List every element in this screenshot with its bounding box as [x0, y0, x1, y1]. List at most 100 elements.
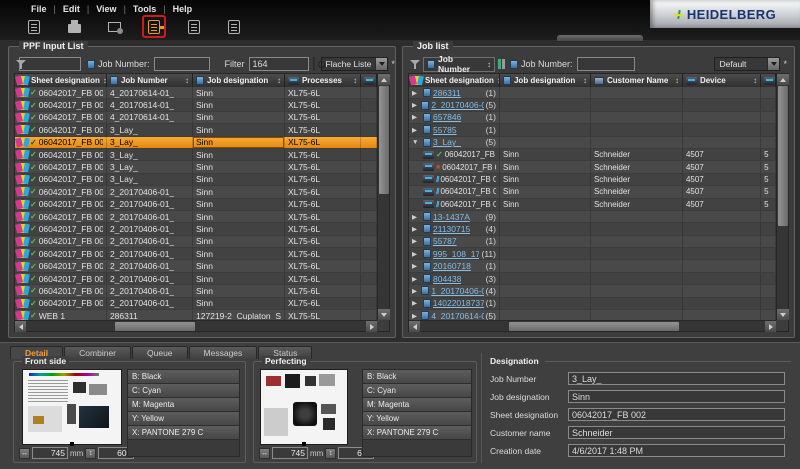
job-number-link[interactable]: 20160718: [433, 261, 471, 271]
ppf-vertical-scrollbar[interactable]: [377, 74, 389, 320]
job-sheet-row[interactable]: ✓06042017_FB 001SinnSchneider45075: [409, 149, 776, 161]
report-icon[interactable]: [182, 15, 206, 38]
expand-arrow-icon[interactable]: ▶: [412, 275, 421, 283]
sort-updown-icon[interactable]: ↕: [753, 76, 757, 85]
job-group-row[interactable]: ▶21130715(4): [409, 223, 776, 235]
job-group-row[interactable]: ▶1_20170406-01_(4): [409, 285, 776, 297]
job-number-link[interactable]: 2_20170406-01_: [431, 100, 483, 110]
color-item[interactable]: B: Black: [128, 370, 239, 384]
job-group-row[interactable]: ▶55785(1): [409, 124, 776, 136]
panel-splitter-handle[interactable]: [557, 35, 643, 41]
scroll-up-button[interactable]: [777, 74, 789, 85]
menu-file[interactable]: File: [24, 3, 54, 15]
scroll-thumb[interactable]: [379, 86, 389, 194]
job-group-row[interactable]: ▶657846(1): [409, 112, 776, 124]
ppf-column-header[interactable]: Processes↕: [285, 74, 361, 87]
expand-arrow-icon[interactable]: ▶: [412, 225, 421, 233]
color-item[interactable]: M: Magenta: [363, 398, 471, 412]
expand-arrow-icon[interactable]: ▶: [412, 312, 419, 320]
color-item[interactable]: C: Cyan: [128, 384, 239, 398]
tab-combiner[interactable]: Combiner: [64, 346, 131, 359]
job-number-input[interactable]: [577, 57, 635, 71]
expand-arrow-icon[interactable]: ▶: [412, 101, 419, 109]
ppf-row[interactable]: ✓06042017_FB 0053_Lay_SinnXL75-6L: [15, 174, 377, 186]
tab-queue[interactable]: Queue: [132, 346, 188, 359]
sort-updown-icon[interactable]: ↕: [277, 76, 281, 85]
scroll-thumb[interactable]: [778, 86, 788, 226]
ppf-column-header[interactable]: Sheet designation↕: [15, 74, 107, 87]
customer-name-field[interactable]: [568, 426, 785, 439]
color-item[interactable]: B: Black: [363, 370, 471, 384]
ppf-horizontal-scrollbar[interactable]: [15, 320, 377, 331]
expand-arrow-icon[interactable]: ▼: [412, 139, 421, 146]
ppf-row[interactable]: ✓06042017_FB 0044_20170614-01_SinnXL75-6…: [15, 99, 377, 111]
ppf-row[interactable]: ✓06042017_FB 0052_20170406-01_SinnXL75-6…: [15, 298, 377, 310]
job-group-row[interactable]: ▶4_20170614-01_(5): [409, 310, 776, 320]
job-number-link[interactable]: 21130715: [433, 224, 470, 234]
sort-updown-icon[interactable]: ↕: [583, 76, 587, 85]
menu-tools[interactable]: Tools: [126, 3, 163, 15]
list-mode-dropdown[interactable]: Flache Liste: [321, 57, 389, 71]
new-job-icon[interactable]: [22, 15, 46, 38]
job-group-row[interactable]: ▶804438(3): [409, 273, 776, 285]
height-stepper-button[interactable]: ↕: [325, 448, 336, 459]
print-icon[interactable]: [62, 15, 86, 38]
ppf-row[interactable]: ✓06042017_FB 0012_20170406-01_SinnXL75-6…: [15, 248, 377, 260]
job-sheet-row[interactable]: ■06042017_FB 002SinnSchneider45075: [409, 161, 776, 173]
job-number-link[interactable]: 3_Lay_: [433, 137, 461, 147]
scroll-right-button[interactable]: [765, 321, 776, 332]
sort-field-dropdown[interactable]: Job Number ↕: [423, 57, 495, 72]
width-stepper-button[interactable]: ↔: [19, 448, 30, 459]
job-column-header[interactable]: Device↕: [683, 74, 761, 87]
ppf-quick-filter-input[interactable]: [19, 57, 81, 71]
menu-help[interactable]: Help: [166, 3, 200, 15]
ppf-row[interactable]: ✓06042017_FB 0022_20170406-01_SinnXL75-6…: [15, 260, 377, 272]
color-item[interactable]: M: Magenta: [128, 398, 239, 412]
sheet-designation-field[interactable]: [568, 408, 785, 421]
job-vertical-scrollbar[interactable]: [776, 74, 788, 320]
ppf-job-number-input[interactable]: [154, 57, 210, 71]
color-item[interactable]: Y: Yellow: [363, 412, 471, 426]
ppf-row[interactable]: ✓06042017_FB 0033_Lay_SinnXL75-6L: [15, 149, 377, 161]
tab-messages[interactable]: Messages: [189, 346, 258, 359]
sheet-width-input[interactable]: [272, 447, 308, 459]
dropdown-arrow-button[interactable]: [767, 58, 779, 70]
job-number-link[interactable]: 55787: [433, 236, 457, 246]
apply-filter-button[interactable]: [313, 57, 315, 71]
job-horizontal-scrollbar[interactable]: [409, 320, 776, 331]
color-item[interactable]: Y: Yellow: [128, 412, 239, 426]
job-number-link[interactable]: 1_20170406-01_: [431, 286, 483, 296]
job-group-row[interactable]: ▶14022018737(1): [409, 298, 776, 310]
scroll-left-button[interactable]: [409, 321, 420, 332]
job-column-header[interactable]: Sheet designation↕: [409, 74, 500, 87]
job-number-link[interactable]: 804438: [433, 274, 461, 284]
sheet-width-input[interactable]: [32, 447, 68, 459]
expand-arrow-icon[interactable]: ▶: [412, 287, 419, 295]
ppf-row[interactable]: ✓06042017_FB 0054_20170614-01_SinnXL75-6…: [15, 112, 377, 124]
ppf-row[interactable]: ✓06042017_FB 0042_20170406-01_SinnXL75-6…: [15, 285, 377, 297]
job-number-link[interactable]: 55785: [433, 125, 457, 135]
ppf-row[interactable]: ✓06042017_FB 0022_20170406-01_SinnXL75-6…: [15, 199, 377, 211]
job-group-row[interactable]: ▶995_108_17(11): [409, 248, 776, 260]
ppf-row[interactable]: ✓06042017_FB 0052_20170406-01_SinnXL75-6…: [15, 236, 377, 248]
sort-bars-icon[interactable]: [498, 59, 507, 69]
job-number-link[interactable]: 657846: [433, 112, 461, 122]
sort-updown-icon[interactable]: ↕: [185, 76, 189, 85]
ppf-row[interactable]: ✓06042017_FB 0034_20170614-01_SinnXL75-6…: [15, 87, 377, 99]
job-designation-field[interactable]: [568, 390, 785, 403]
ppf-row[interactable]: ✓06042017_FB 0032_20170406-01_SinnXL75-6…: [15, 211, 377, 223]
expand-arrow-icon[interactable]: ▶: [412, 113, 421, 121]
expand-arrow-icon[interactable]: ▶: [412, 262, 421, 270]
expand-arrow-icon[interactable]: ▶: [412, 299, 421, 307]
job-column-header[interactable]: Job designation↕: [500, 74, 591, 87]
color-item[interactable]: X: PANTONE 279 C: [363, 426, 471, 440]
ppf-column-header[interactable]: Job designation↕: [193, 74, 285, 87]
job-number-link[interactable]: 13-1437A: [433, 212, 470, 222]
job-sheet-row[interactable]: //06042017_FB 005SinnSchneider45075: [409, 199, 776, 211]
ppf-row[interactable]: ✓06042017_FB 0042_20170406-01_SinnXL75-6…: [15, 223, 377, 235]
job-number-field[interactable]: [568, 372, 785, 385]
ppf-row[interactable]: ✓06042017_FB 0013_Lay_SinnXL75-6L: [15, 124, 377, 136]
preset-dropdown[interactable]: Default: [714, 57, 780, 71]
width-stepper-button[interactable]: ↔: [259, 448, 270, 459]
dropdown-arrow-button[interactable]: [375, 58, 387, 70]
